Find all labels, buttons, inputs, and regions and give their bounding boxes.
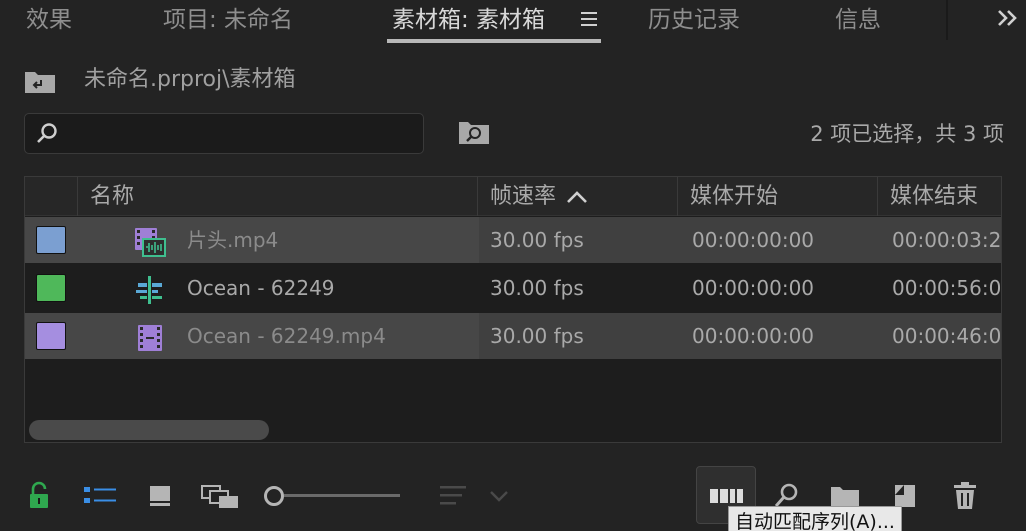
tab-effects[interactable]: 效果 <box>26 3 72 37</box>
item-frame-rate: 30.00 fps <box>490 324 584 348</box>
item-media-start: 00:00:00:00 <box>692 276 815 300</box>
item-media-start: 00:00:00:00 <box>692 324 815 348</box>
column-media-start-label: 媒体开始 <box>690 184 779 209</box>
zoom-slider-track[interactable] <box>284 494 400 497</box>
icon-view-icon[interactable] <box>148 481 172 511</box>
chevron-down-icon[interactable] <box>488 481 510 511</box>
column-header-name[interactable]: 名称 <box>77 177 477 216</box>
label-color-swatch[interactable] <box>36 226 66 254</box>
column-frame-rate-label: 帧速率 <box>490 184 557 209</box>
tab-history[interactable]: 历史记录 <box>648 3 740 37</box>
item-name: 片头.mp4 <box>187 228 279 252</box>
lock-icon[interactable] <box>28 481 50 511</box>
item-media-end: 00:00:46:00 <box>892 324 1002 348</box>
column-header-media-end[interactable]: 媒体结束 <box>877 177 1001 216</box>
bin-item-list: 名称 帧速率 媒体开始 媒体结束 片头.mp4 30.00 fps 00:00:… <box>24 176 1002 443</box>
list-header: 名称 帧速率 媒体开始 媒体结束 <box>25 177 1001 216</box>
parent-bin-icon[interactable] <box>24 68 56 94</box>
tooltip: 自动匹配序列(A)... <box>728 506 902 531</box>
tab-project[interactable]: 项目: 未命名 <box>163 3 293 37</box>
freeform-view-icon[interactable] <box>200 481 240 511</box>
bin-path: 未命名.prproj\素材箱 <box>84 67 296 92</box>
tab-overflow-icon[interactable] <box>996 8 1020 28</box>
tab-info[interactable]: 信息 <box>835 3 881 37</box>
table-row[interactable]: 片头.mp4 30.00 fps 00:00:00:00 00:00:03:20 <box>25 217 1001 263</box>
list-view-icon[interactable] <box>82 481 118 511</box>
search-field[interactable] <box>24 113 424 154</box>
label-color-swatch[interactable] <box>36 322 66 350</box>
sort-ascending-icon <box>567 191 587 203</box>
tab-bin[interactable]: 素材箱: 素材箱 <box>392 3 545 37</box>
item-media-end: 00:00:56:07 <box>892 276 1002 300</box>
clear-icon[interactable] <box>952 481 978 511</box>
column-name-label: 名称 <box>90 184 135 209</box>
column-header-frame-rate[interactable]: 帧速率 <box>477 177 677 216</box>
table-row[interactable]: Ocean - 62249 30.00 fps 00:00:00:00 00:0… <box>25 265 1001 311</box>
column-header-media-start[interactable]: 媒体开始 <box>677 177 877 216</box>
search-icon <box>37 123 57 143</box>
panel-tab-bar: 效果 项目: 未命名 素材箱: 素材箱 历史记录 信息 <box>0 0 1026 44</box>
automate-to-sequence-icon <box>710 489 743 503</box>
active-tab-indicator <box>387 39 601 43</box>
table-row[interactable]: Ocean - 62249.mp4 30.00 fps 00:00:00:00 … <box>25 313 1001 359</box>
tab-separator <box>946 0 948 40</box>
video-clip-icon <box>138 325 162 351</box>
zoom-slider-thumb[interactable] <box>264 486 284 506</box>
sort-icons-icon[interactable] <box>438 481 468 511</box>
selection-status: 2 项已选择，共 3 项 <box>810 122 1004 146</box>
new-search-bin-icon[interactable] <box>458 119 490 145</box>
item-name: Ocean - 62249.mp4 <box>187 324 386 348</box>
sequence-icon <box>136 276 162 304</box>
video-audio-clip-icon <box>135 228 166 257</box>
item-media-start: 00:00:00:00 <box>692 228 815 252</box>
label-color-swatch[interactable] <box>36 274 66 302</box>
column-media-end-label: 媒体结束 <box>890 184 979 209</box>
panel-menu-icon[interactable] <box>581 12 597 26</box>
item-media-end: 00:00:03:20 <box>892 228 1002 252</box>
item-frame-rate: 30.00 fps <box>490 228 584 252</box>
item-name: Ocean - 62249 <box>187 276 335 300</box>
search-input[interactable] <box>69 120 409 148</box>
item-frame-rate: 30.00 fps <box>490 276 584 300</box>
horizontal-scrollbar[interactable] <box>29 420 269 440</box>
